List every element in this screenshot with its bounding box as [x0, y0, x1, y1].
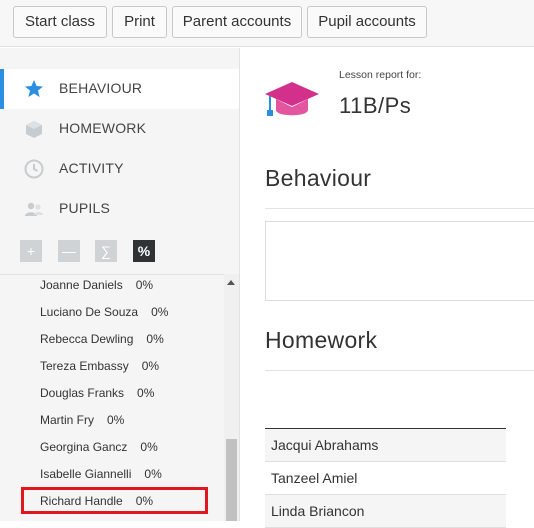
table-row[interactable]: Linda Briancon [265, 495, 506, 528]
graduation-cap-icon [265, 82, 319, 116]
scroll-up-icon[interactable] [227, 280, 235, 285]
pupil-name: Joanne Daniels [40, 278, 123, 292]
list-item[interactable]: Martin Fry 0% [40, 413, 124, 433]
pupil-name: Georgina Gancz [40, 440, 128, 454]
pupil-accounts-button[interactable]: Pupil accounts [307, 6, 427, 38]
list-item[interactable]: Luciano De Souza 0% [40, 305, 168, 325]
pupil-name: Tereza Embassy [40, 359, 129, 373]
box-icon [26, 121, 42, 138]
nav-item-behaviour[interactable]: BEHAVIOUR [0, 69, 239, 109]
class-name: 11B/Ps [339, 93, 412, 118]
nav-item-homework[interactable]: HOMEWORK [0, 109, 239, 149]
pupil-name: Luciano De Souza [40, 305, 139, 319]
pupil-percent: 0% [141, 359, 160, 373]
parent-accounts-button[interactable]: Parent accounts [172, 6, 302, 38]
pupil-list: Joanne Daniels 0% Luciano De Souza 0% Rebe… [0, 274, 224, 522]
behaviour-heading: Behaviour [265, 165, 372, 191]
pupil-percent: 0% [137, 386, 155, 400]
homework-table: Jacqui Abrahams Tanzeel Amiel Linda Bria… [265, 428, 506, 528]
table-row[interactable]: Tanzeel Amiel [265, 462, 506, 495]
highlight-box [21, 487, 208, 514]
pupil-percent: 0% [144, 467, 162, 481]
pupil-name: Rebecca Dewling [40, 332, 134, 346]
nav-label: HOMEWORK [59, 120, 147, 136]
start-class-button[interactable]: Start class [13, 6, 107, 38]
pupil-percent: 0% [151, 305, 169, 319]
table-row[interactable]: Jacqui Abrahams [265, 429, 506, 462]
nav-item-activity[interactable]: ACTIVITY [0, 149, 239, 189]
nav-label: ACTIVITY [59, 160, 124, 176]
scrollbar[interactable] [224, 274, 239, 521]
pupil-percent: 0% [135, 278, 154, 292]
sum-button[interactable]: ∑ [95, 240, 117, 262]
star-icon [25, 80, 43, 97]
pupil-percent: 0% [107, 413, 125, 427]
main-content: Lesson report for: 11B/Ps Behaviour Home… [240, 48, 534, 528]
pupil-name: Martin Fry [40, 413, 94, 427]
scroll-thumb[interactable] [226, 439, 237, 521]
divider [265, 208, 534, 209]
nav-label: BEHAVIOUR [59, 80, 143, 96]
pupil-name: Douglas Franks [40, 386, 125, 400]
people-icon [25, 202, 43, 216]
toolbar: Start class Print Parent accounts Pupil … [0, 0, 534, 47]
percent-button[interactable]: % [133, 240, 155, 262]
divider [265, 370, 534, 371]
clock-icon [24, 159, 44, 179]
nav-item-pupils[interactable]: PUPILS [0, 189, 239, 229]
list-item[interactable]: Douglas Franks 0% [40, 386, 154, 406]
list-item[interactable]: Rebecca Dewling 0% [40, 332, 164, 352]
list-item[interactable]: Isabelle Giannelli 0% [40, 467, 162, 487]
pupil-name: Isabelle Giannelli [40, 467, 132, 481]
list-item[interactable]: Georgina Gancz 0% [40, 440, 158, 460]
pupil-percent: 0% [146, 332, 164, 346]
behaviour-panel [265, 221, 534, 301]
report-label: Lesson report for: [339, 69, 422, 81]
add-button[interactable]: + [20, 240, 42, 262]
nav-label: PUPILS [59, 200, 110, 216]
print-button[interactable]: Print [112, 6, 167, 38]
subtract-button[interactable]: — [58, 240, 80, 262]
list-item[interactable]: Tereza Embassy 0% [40, 359, 159, 379]
homework-heading: Homework [265, 327, 378, 353]
pupil-percent: 0% [140, 440, 158, 454]
list-item[interactable]: Joanne Daniels 0% [40, 278, 153, 298]
